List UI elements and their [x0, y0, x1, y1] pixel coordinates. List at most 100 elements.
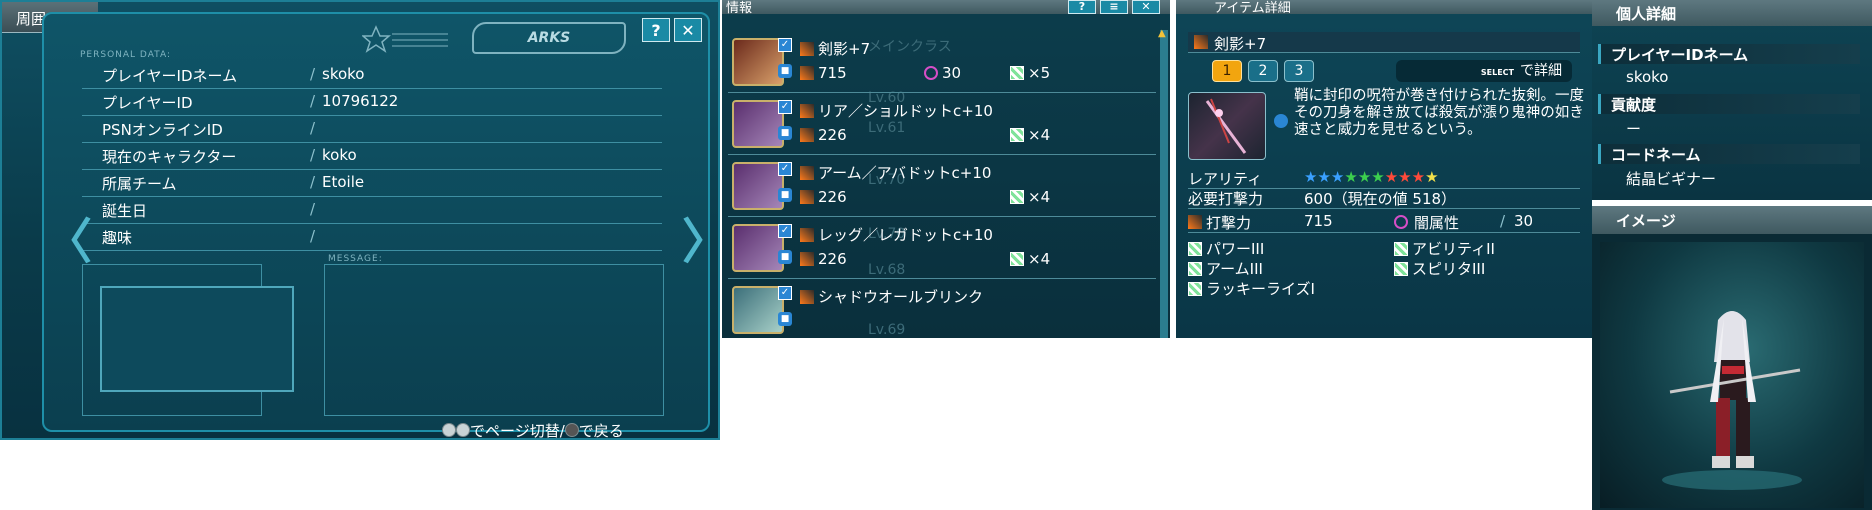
rarity-star-icon: ★	[1304, 168, 1318, 186]
player-info-label: 現在のキャラクター	[102, 148, 237, 166]
scrollbar[interactable]	[1160, 30, 1168, 338]
player-info-separator: /	[310, 65, 316, 83]
detail-hint[interactable]: SELECT で詳細	[1396, 60, 1572, 82]
ability-item: アビリティII	[1394, 238, 1495, 259]
equipment-row[interactable]: ✓ ■ 剣影+7 715 30 ×5	[728, 34, 1156, 93]
element-icon	[924, 66, 938, 80]
item-image	[1188, 92, 1266, 160]
close-button[interactable]: ✕	[674, 18, 702, 42]
attack-row: 打撃力 715 闇属性 / 30	[1188, 212, 1580, 233]
player-info-row: プレイヤーIDネーム / skoko	[82, 62, 662, 89]
element-label: 闇属性	[1414, 214, 1460, 232]
player-info-row: 所属チーム / Etoile	[82, 170, 662, 197]
lock-icon: ■	[778, 312, 792, 326]
rarity-star-icon: ★	[1317, 168, 1331, 186]
rarity-star-icon: ★	[1357, 168, 1372, 186]
photo-slot	[100, 286, 294, 392]
footer-hint: でページ切替/で戻る	[442, 420, 624, 440]
equipment-item-icon	[732, 100, 784, 148]
page-tab-3[interactable]: 3	[1284, 60, 1314, 82]
dpad-icon	[442, 423, 456, 437]
player-info-value: skoko	[322, 65, 365, 83]
scroll-up-icon[interactable]: ▲	[1158, 28, 1170, 39]
ability-item: アームIII	[1188, 258, 1263, 279]
equipment-type-icon	[800, 290, 814, 304]
attack-icon	[800, 128, 814, 142]
player-info-label: 所属チーム	[102, 175, 177, 193]
item-detail-title: アイテム詳細	[1214, 1, 1291, 16]
equipment-panel: 情報 ? ≡ ✕ メインクラス Lv.60 Lv.61 Lv.70 Lv.70 Lv.68…	[722, 0, 1170, 338]
prev-page-arrow-icon[interactable]: 〈	[44, 202, 92, 272]
page-tab-2[interactable]: 2	[1248, 60, 1278, 82]
slot-icon	[1010, 252, 1024, 266]
requirement-value: 600（現在の値 518）	[1304, 190, 1457, 208]
equipment-item-icon	[732, 224, 784, 272]
player-info-separator: /	[310, 119, 316, 137]
section-personal-data: PERSONAL DATA:	[80, 50, 171, 60]
player-info-separator: /	[310, 173, 316, 191]
equipment-attack: 715	[800, 64, 847, 82]
image-title: イメージ	[1616, 212, 1676, 230]
ability-icon	[1188, 262, 1202, 276]
player-info-row: 趣味 /	[82, 224, 662, 251]
attack-icon	[800, 66, 814, 80]
footer-page-text: でページ切替/	[470, 422, 565, 440]
equipment-title: 情報	[726, 1, 753, 16]
detail-hint-text: で詳細	[1520, 63, 1562, 79]
item-description: 鞘に封印の呪符が巻き付けられた抜剣。一度その刀身を解き放てば殺気が漲り鬼神の如き…	[1294, 88, 1584, 138]
player-info-label: プレイヤーID	[102, 94, 193, 112]
help-button[interactable]: ?	[642, 18, 670, 42]
lock-icon: ■	[778, 250, 792, 264]
item-detail-panel: アイテム詳細 剣影+7 1 2 3 SELECT で詳細 鞘に封印の呪符が巻き付け…	[1176, 0, 1592, 338]
help-button[interactable]: ?	[1068, 0, 1096, 14]
attack-value: 715	[1304, 212, 1333, 230]
player-info-value: Etoile	[322, 173, 365, 191]
personal-detail-value: skoko	[1626, 68, 1669, 86]
rarity-star-icon: ★	[1411, 168, 1426, 186]
player-info-value: 10796122	[322, 92, 399, 110]
ability-icon	[1394, 242, 1408, 256]
equipment-item-icon	[732, 38, 784, 86]
personal-detail-label: プレイヤーIDネーム	[1598, 44, 1860, 64]
equipment-item-icon	[732, 286, 784, 334]
equipped-check-icon: ✓	[778, 286, 792, 300]
requirement-row: 必要打撃力 600（現在の値 518）	[1188, 188, 1580, 209]
player-info-row: 現在のキャラクター / koko	[82, 143, 662, 170]
slot-icon	[1010, 190, 1024, 204]
item-detail-titlebar: アイテム詳細	[1176, 0, 1592, 16]
slot-icon	[1010, 128, 1024, 142]
next-page-arrow-icon[interactable]: 〉	[682, 202, 718, 272]
player-info-table: プレイヤーIDネーム / skoko プレイヤーID / 10796122 PSNオンライン…	[82, 62, 662, 251]
equipment-row[interactable]: ✓ ■ アーム／アバドットc+10 226 ×4	[728, 158, 1156, 217]
equipped-check-icon: ✓	[778, 224, 792, 238]
close-button[interactable]: ✕	[1132, 0, 1160, 14]
equipment-row[interactable]: ✓ ■ シャドウオールブリンク	[728, 282, 1156, 338]
equipment-row[interactable]: ✓ ■ レッグ／レガドットc+10 226 ×4	[728, 220, 1156, 279]
equipped-check-icon: ✓	[778, 162, 792, 176]
equipment-slots: ×4	[1010, 250, 1050, 268]
equipped-check-icon: ✓	[778, 38, 792, 52]
attack-icon	[800, 252, 814, 266]
ability-icon	[1188, 242, 1202, 256]
rarity-star-icon: ★	[1330, 168, 1345, 186]
equipment-row[interactable]: ✓ ■ リア／ショルドットc+10 226 ×4	[728, 96, 1156, 155]
rarity-star-icon: ★	[1384, 168, 1399, 186]
dark-element-icon	[1394, 215, 1408, 229]
equipped-check-icon: ✓	[778, 100, 792, 114]
item-name: 剣影+7	[1214, 35, 1267, 53]
page-tab-1[interactable]: 1	[1212, 60, 1242, 82]
menu-button[interactable]: ≡	[1100, 0, 1128, 14]
personal-detail-label: コードネーム	[1598, 144, 1860, 164]
equipment-type-icon	[800, 228, 814, 242]
ability-item: ラッキーライズI	[1188, 278, 1315, 299]
attack-label: 打撃力	[1206, 214, 1252, 232]
player-info-row: 誕生日 /	[82, 197, 662, 224]
equipment-element: 30	[924, 64, 961, 82]
image-header: イメージ	[1592, 206, 1872, 234]
item-name-row: 剣影+7	[1188, 32, 1580, 53]
element-separator: /	[1500, 212, 1506, 230]
rarity-star-icon: ★	[1371, 168, 1385, 186]
lock-icon: ■	[778, 64, 792, 78]
rarity-star-icon: ★	[1344, 168, 1358, 186]
footer-back-text: で戻る	[578, 422, 624, 440]
